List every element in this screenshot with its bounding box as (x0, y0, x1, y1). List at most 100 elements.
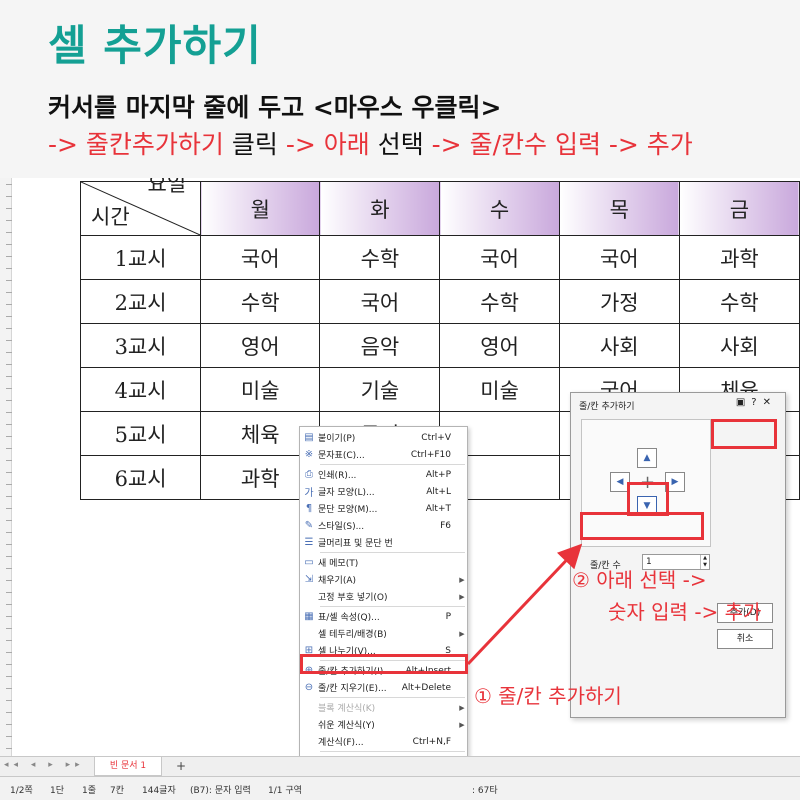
table-corner-cell[interactable]: 요일 시간 (79, 178, 202, 236)
ruler-tick (6, 508, 12, 509)
table-cell[interactable]: 미술 (200, 367, 321, 412)
insert-above-icon[interactable]: ▲ (637, 448, 657, 468)
menu-item-shortcut: Alt+L (426, 486, 451, 497)
cancel-button[interactable]: 취소 (717, 629, 773, 649)
table-cell[interactable]: 가정 (558, 279, 680, 324)
context-menu[interactable]: ▤ 붙이기(P) Ctrl+V ※ 문자표(C)... Ctrl+F10 ⎙ 인쇄(R)...… (299, 426, 468, 756)
period-cell[interactable]: 3교시 (79, 323, 202, 368)
submenu-arrow-icon: ▶ (459, 720, 465, 729)
menu-separator (320, 606, 465, 607)
period-cell[interactable]: 4교시 (79, 367, 202, 412)
context-menu-item[interactable]: 셀 테두리/배경(B) ▶ (300, 625, 467, 642)
context-menu-item[interactable]: ¶ 문단 모양(M)... Alt+T (300, 500, 467, 517)
menu-item-label: 계산식(F)... (318, 738, 364, 748)
ruler-tick (6, 436, 12, 437)
submenu-arrow-icon: ▶ (459, 703, 465, 712)
table-cell[interactable]: 수학 (319, 235, 441, 280)
context-menu-item[interactable]: ▦ 표/셀 속성(Q)... P (300, 608, 467, 625)
table-cell[interactable]: 영어 (439, 323, 560, 368)
day-header[interactable]: 월 (200, 181, 321, 236)
period-cell[interactable]: 2교시 (79, 279, 202, 324)
period-cell[interactable]: 5교시 (79, 411, 202, 456)
status-bar: 1/2쪽 1단 1줄 7칸 144글자 (B7): 문자 입력 1/1 구역 :… (0, 776, 800, 800)
context-menu-item[interactable]: 가 글자 모양(L)... Alt+L (300, 483, 467, 500)
day-header[interactable]: 수 (439, 181, 560, 236)
day-header[interactable]: 목 (558, 181, 680, 236)
table-cell[interactable]: 영어 (200, 323, 321, 368)
print-icon: ⎙ (305, 469, 313, 480)
corner-label-day: 요일 (147, 178, 187, 196)
menu-item-label: 줄/칸 지우기(E)... (318, 684, 387, 694)
ruler-tick (6, 184, 12, 185)
numbering-icon: ☰ (304, 537, 314, 548)
tab-navigation[interactable]: ◂◂ ◂ ▸ ▸▸ (4, 760, 85, 770)
context-menu-item[interactable]: ⇲ 채우기(A) ▶ (300, 571, 467, 588)
context-menu-item[interactable]: ▤ 붙이기(P) Ctrl+V (300, 429, 467, 446)
ruler-tick (6, 460, 12, 461)
table-cell[interactable]: 국어 (439, 235, 560, 280)
ruler-tick (6, 256, 12, 257)
add-tab-button[interactable]: + (172, 759, 190, 774)
table-cell[interactable]: 수학 (678, 279, 800, 324)
context-menu-item[interactable]: ⎙ 인쇄(R)... Alt+P (300, 466, 467, 483)
vertical-ruler[interactable] (0, 178, 12, 756)
menu-separator (320, 464, 465, 465)
add-button-highlight (711, 419, 777, 449)
ruler-tick (6, 736, 12, 737)
context-menu-item[interactable]: ▥차트(H)▶ (300, 753, 467, 756)
ruler-tick (6, 196, 12, 197)
menu-item-label: 표/셀 속성(Q)... (318, 613, 380, 623)
table-cell[interactable]: 과학 (678, 235, 800, 280)
context-menu-item[interactable]: 쉬운 계산식(Y) ▶ (300, 716, 467, 733)
context-menu-item[interactable]: ▭ 새 메모(T) (300, 554, 467, 571)
ruler-tick (6, 568, 12, 569)
period-cell[interactable]: 6교시 (79, 455, 202, 500)
context-menu-item[interactable]: 계산식(F)... Ctrl+N,F (300, 733, 467, 750)
dialog-option-icon[interactable]: ▣ (736, 397, 751, 408)
banner-instruction-line2: -> 줄칸추가하기 클릭 -> 아래 선택 -> 줄/칸수 입력 -> 추가 (48, 125, 693, 161)
ruler-tick (6, 604, 12, 605)
table-cell[interactable]: 국어 (558, 235, 680, 280)
day-header[interactable]: 금 (678, 181, 800, 236)
close-icon[interactable]: ✕ (763, 397, 777, 408)
document-tab[interactable]: 빈 문서 1 (94, 757, 162, 776)
context-menu-item[interactable]: 고정 부호 넣기(O) ▶ (300, 588, 467, 605)
context-menu-item[interactable]: ※ 문자표(C)... Ctrl+F10 (300, 446, 467, 463)
ruler-tick (6, 628, 12, 629)
day-header[interactable]: 화 (319, 181, 441, 236)
ruler-tick (6, 640, 12, 641)
context-menu-item[interactable]: ☰ 글머리표 및 문단 번호(N)... (300, 534, 467, 551)
ruler-tick (6, 484, 12, 485)
table-cell[interactable]: 기술 (319, 367, 441, 412)
table-header-row: 요일 시간 월 화 수 목 금 (79, 178, 800, 236)
status-col: 7칸 (110, 786, 125, 796)
table-cell[interactable]: 국어 (200, 235, 321, 280)
table-cell[interactable]: 국어 (319, 279, 441, 324)
ruler-tick (6, 676, 12, 677)
ruler-tick (6, 652, 12, 653)
menu-item-shortcut: Ctrl+V (421, 432, 451, 443)
table-cell[interactable]: 미술 (439, 367, 560, 412)
context-menu-item[interactable]: ✎ 스타일(S)... F6 (300, 517, 467, 534)
table-cell[interactable]: 음악 (319, 323, 441, 368)
status-cell-mode: (B7): 문자 입력 (190, 786, 251, 796)
context-menu-item[interactable]: ⊖ 줄/칸 지우기(E)... Alt+Delete (300, 679, 467, 696)
annotation-step2-line2: 숫자 입력 -> 추가 (608, 600, 762, 624)
ruler-tick (6, 688, 12, 689)
ruler-tick (6, 364, 12, 365)
table-cell[interactable]: 수학 (200, 279, 321, 324)
ruler-tick (6, 208, 12, 209)
ruler-tick (6, 376, 12, 377)
banner-step-below: -> 아래 (285, 130, 370, 159)
period-cell[interactable]: 1교시 (79, 235, 202, 280)
table-cell[interactable]: 사회 (558, 323, 680, 368)
dialog-title-controls: ▣?✕ (736, 397, 777, 408)
ruler-tick (6, 268, 12, 269)
status-page[interactable]: 1/2쪽 (10, 783, 33, 796)
table-cell[interactable]: 사회 (678, 323, 800, 368)
ruler-tick (6, 244, 12, 245)
table-cell[interactable]: 수학 (439, 279, 560, 324)
menu-item-label: 글머리표 및 문단 번호(N)... (318, 539, 393, 549)
help-icon[interactable]: ? (751, 397, 762, 408)
paragraph-icon: ¶ (305, 503, 313, 514)
